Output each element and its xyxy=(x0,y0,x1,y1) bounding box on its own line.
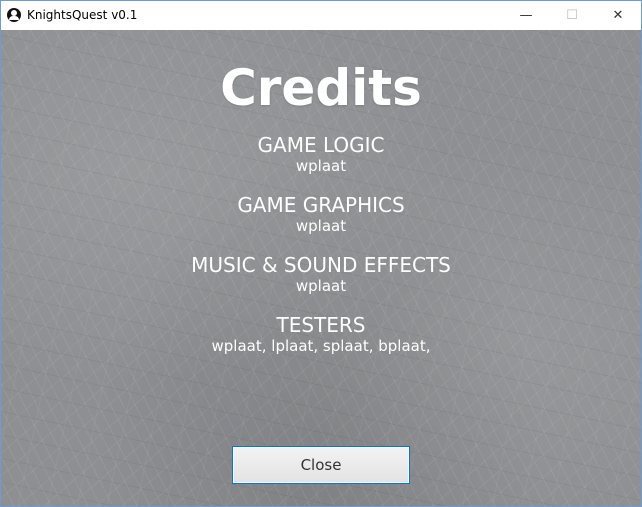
section-title: GAME LOGIC xyxy=(257,133,385,157)
section-title: MUSIC & SOUND EFFECTS xyxy=(191,253,451,277)
close-window-icon[interactable]: ✕ xyxy=(595,1,641,29)
window-title: KnightsQuest v0.1 xyxy=(27,8,138,22)
section-names: wplaat xyxy=(295,277,347,295)
credits-section-testers: TESTERS wplaat, lplaat, splaat, bplaat, xyxy=(1,313,641,355)
minimize-icon[interactable]: — xyxy=(503,1,549,29)
app-icon xyxy=(7,8,21,22)
credits-section-game-graphics: GAME GRAPHICS wplaat xyxy=(1,193,641,235)
app-window: KnightsQuest v0.1 — ☐ ✕ Credits GAME LOG… xyxy=(0,0,642,507)
section-names: wplaat xyxy=(295,217,347,235)
close-button[interactable]: Close xyxy=(232,446,410,484)
title-bar[interactable]: KnightsQuest v0.1 — ☐ ✕ xyxy=(1,1,641,29)
credits-section-game-logic: GAME LOGIC wplaat xyxy=(1,133,641,175)
credits-heading: Credits xyxy=(220,59,422,117)
section-names: wplaat, lplaat, splaat, bplaat, xyxy=(211,337,431,355)
section-title: GAME GRAPHICS xyxy=(237,193,405,217)
credits-screen: Credits GAME LOGIC wplaat GAME GRAPHICS … xyxy=(1,30,641,506)
section-title: TESTERS xyxy=(276,313,366,337)
section-names: wplaat xyxy=(295,157,347,175)
maximize-icon: ☐ xyxy=(566,7,578,23)
window-controls: — ☐ ✕ xyxy=(503,1,641,29)
credits-section-music-sound: MUSIC & SOUND EFFECTS wplaat xyxy=(1,253,641,295)
